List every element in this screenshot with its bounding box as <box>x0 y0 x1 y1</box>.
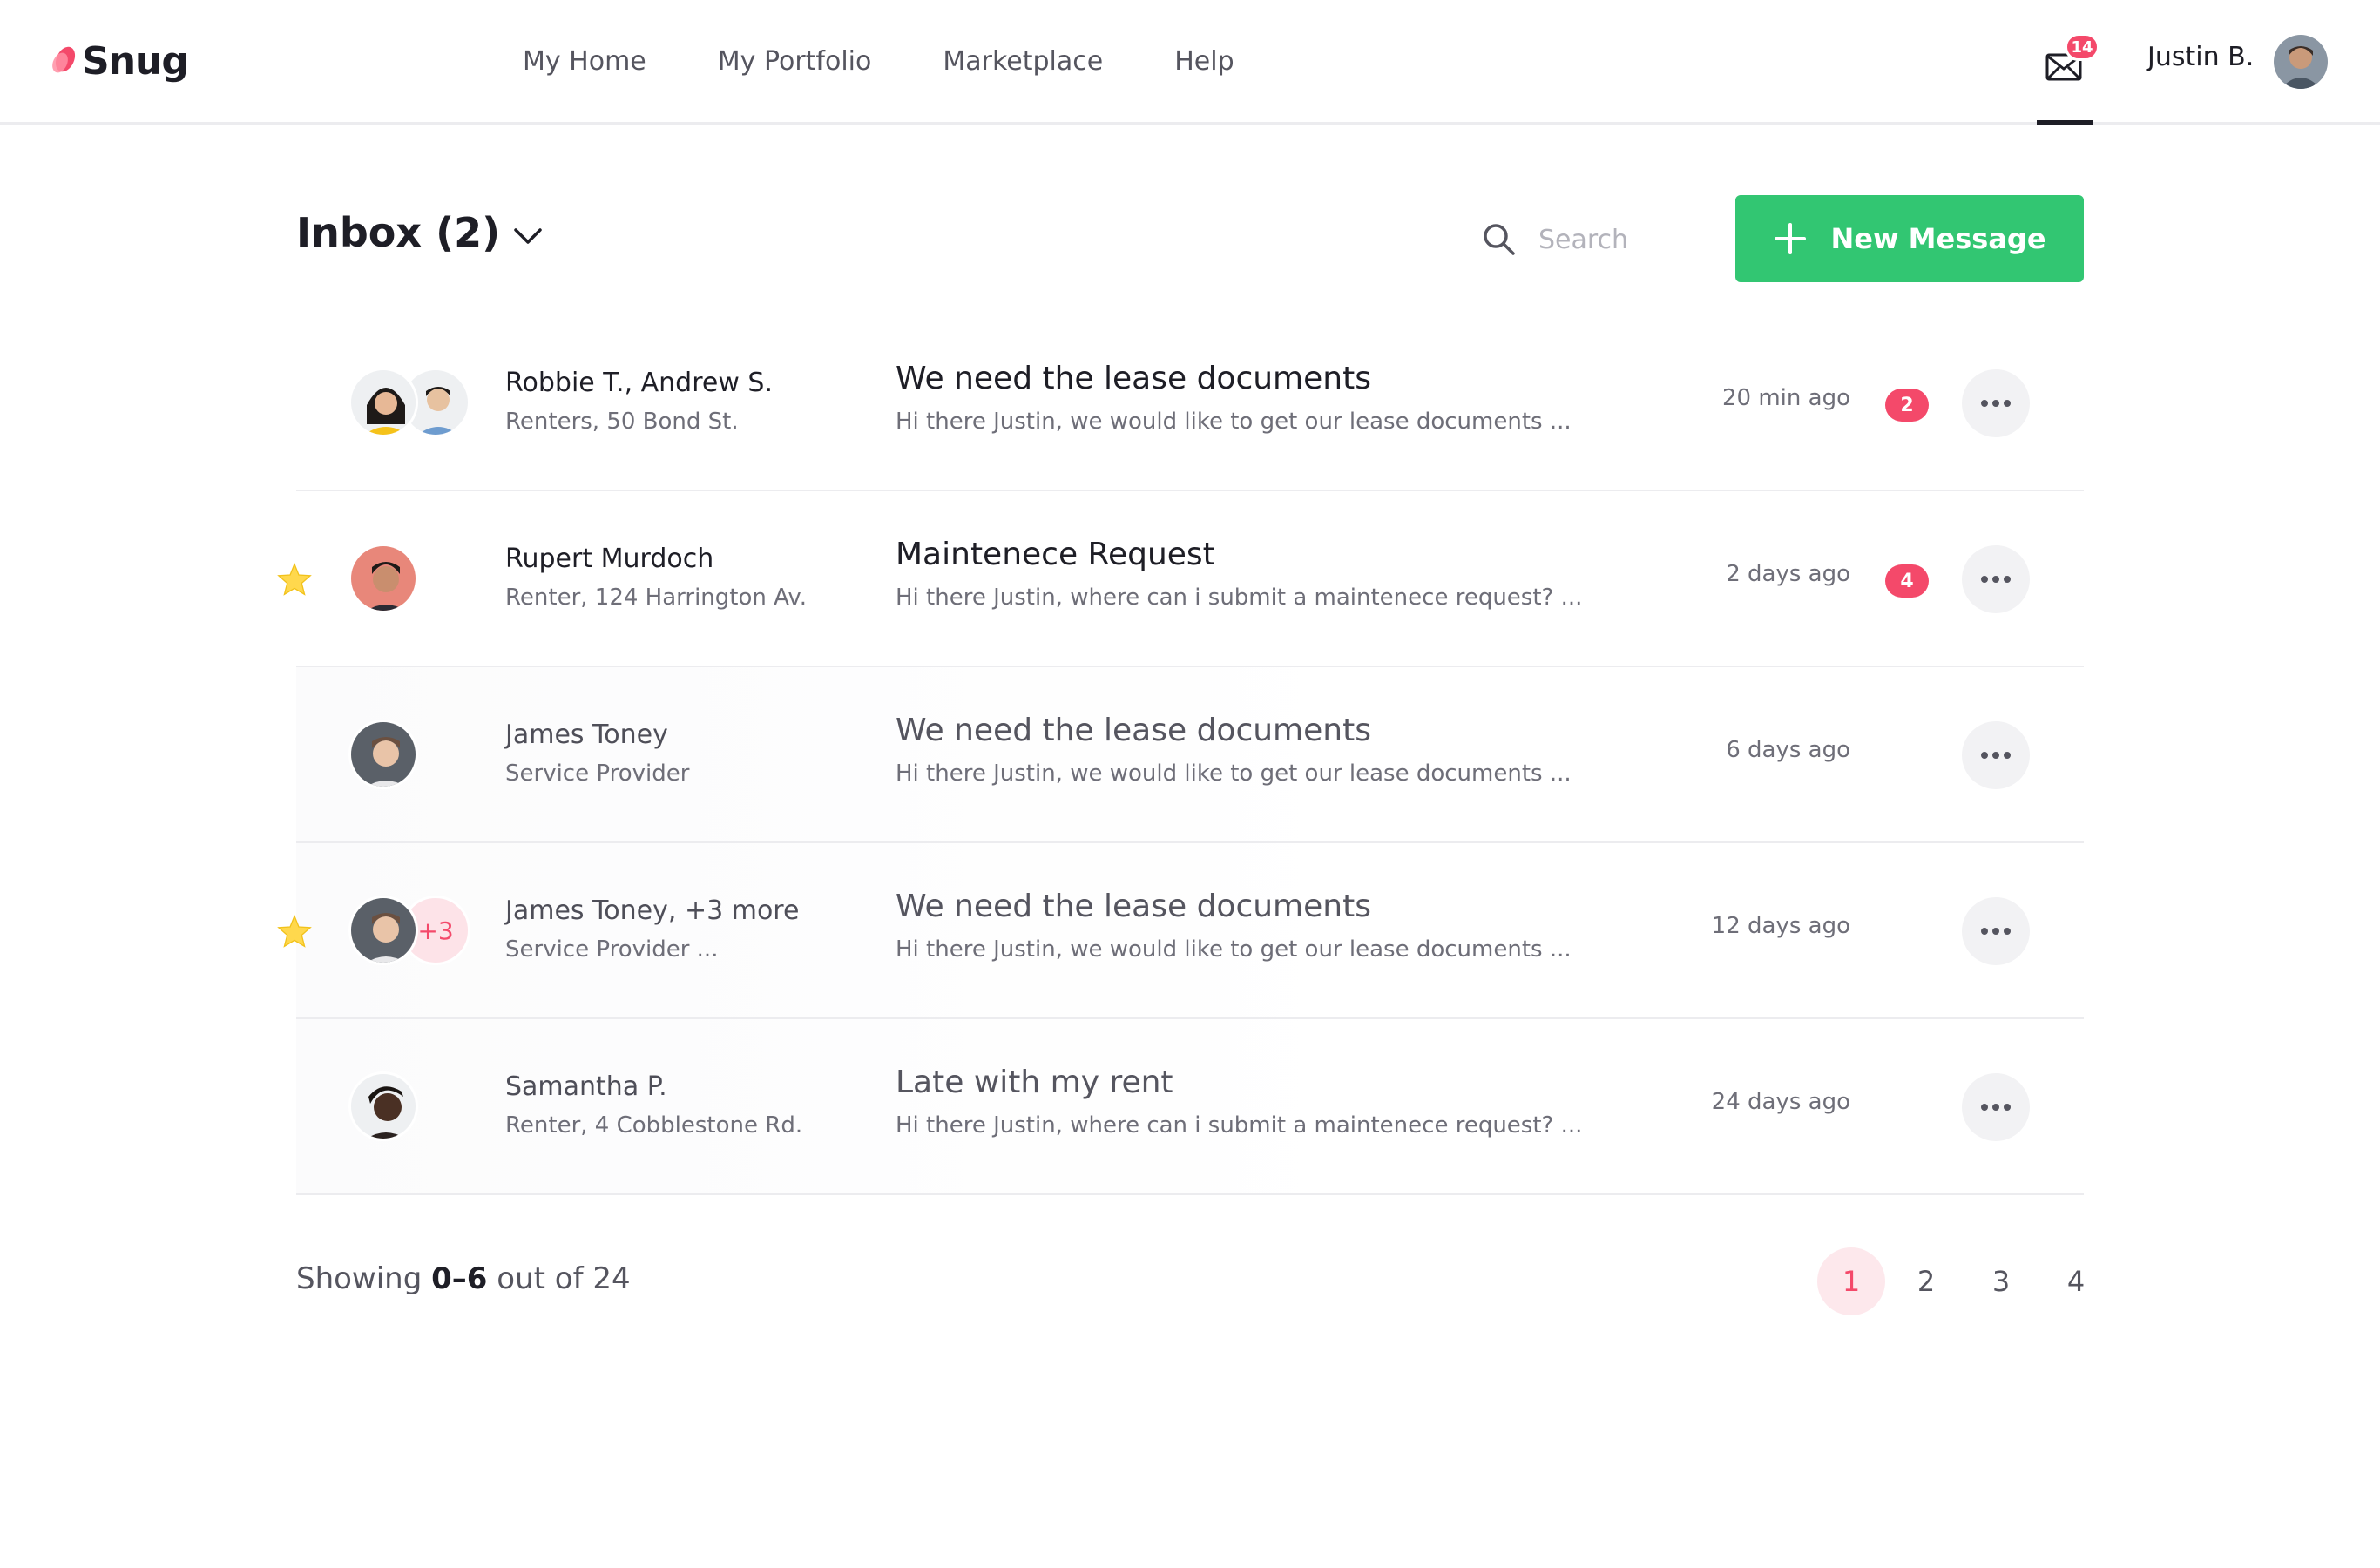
sender-subtitle: Service Provider <box>505 760 690 787</box>
timestamp: 6 days ago <box>1726 737 1850 763</box>
main-nav: My Home My Portfolio Marketplace Help <box>523 0 1306 122</box>
sender: Rupert Murdoch Renter, 124 Harrington Av… <box>505 544 871 611</box>
sender: Samantha P. Renter, 4 Cobblestone Rd. <box>505 1071 871 1139</box>
message-row[interactable]: Robbie T., Andrew S. Renters, 50 Bond St… <box>296 315 2084 491</box>
avatar <box>348 720 418 789</box>
subject-preview: Hi there Justin, where can i submit a ma… <box>896 585 1583 611</box>
search-box <box>1481 218 1707 261</box>
new-message-button[interactable]: New Message <box>1735 195 2084 282</box>
sender-subtitle: Renters, 50 Bond St. <box>505 409 739 435</box>
more-options-button[interactable] <box>1962 1073 2030 1141</box>
showing-prefix: Showing <box>296 1261 423 1296</box>
nav-my-home[interactable]: My Home <box>523 46 646 77</box>
avatar-group <box>348 368 488 437</box>
snug-logo-mark-icon <box>51 44 77 78</box>
more-options-button[interactable] <box>1962 897 2030 965</box>
search-input[interactable] <box>1537 223 1706 256</box>
showing-suffix: out of 24 <box>497 1261 631 1296</box>
subject-preview: Hi there Justin, we would like to get ou… <box>896 409 1572 435</box>
sender-name: Samantha P. <box>505 1071 667 1102</box>
sender-name: James Toney, +3 more <box>505 896 800 926</box>
chevron-down-icon <box>514 228 542 244</box>
avatar <box>348 1071 418 1141</box>
snug-logo[interactable]: Snug <box>51 33 189 89</box>
timestamp: 12 days ago <box>1711 913 1850 939</box>
messages-button[interactable]: 14 <box>2035 33 2099 94</box>
user-avatar[interactable] <box>2274 35 2328 89</box>
mail-count-badge: 14 <box>2065 33 2099 61</box>
page-2-button[interactable]: 2 <box>1892 1247 1960 1315</box>
subject-title: Maintenece Request <box>896 537 1215 572</box>
avatar <box>348 368 418 437</box>
subject-preview: Hi there Justin, we would like to get ou… <box>896 760 1572 787</box>
timestamp: 24 days ago <box>1711 1089 1850 1115</box>
message-subject: Late with my rent Hi there Justin, where… <box>896 1064 1645 1139</box>
message-subject: Maintenece Request Hi there Justin, wher… <box>896 537 1645 611</box>
user-name[interactable]: Justin B. <box>2147 42 2254 72</box>
message-row[interactable]: James Toney Service Provider We need the… <box>296 667 2084 843</box>
star-icon[interactable] <box>277 914 312 948</box>
nav-my-portfolio[interactable]: My Portfolio <box>718 46 872 77</box>
timestamp: 20 min ago <box>1722 385 1850 411</box>
ellipsis-icon <box>1981 576 2011 583</box>
more-options-button[interactable] <box>1962 721 2030 789</box>
nav-help[interactable]: Help <box>1174 46 1234 77</box>
sender: James Toney Service Provider <box>505 720 871 787</box>
sender-name: Rupert Murdoch <box>505 544 714 574</box>
ellipsis-icon <box>1981 400 2011 407</box>
page-4-button[interactable]: 4 <box>2042 1247 2110 1315</box>
inbox-dropdown-toggle[interactable] <box>510 223 545 249</box>
sender: Robbie T., Andrew S. Renters, 50 Bond St… <box>505 368 871 435</box>
pagination: 1 2 3 4 <box>1817 1247 2117 1315</box>
sender-name: James Toney <box>505 720 668 750</box>
message-list: Robbie T., Andrew S. Renters, 50 Bond St… <box>277 315 2084 1195</box>
message-row[interactable]: Samantha P. Renter, 4 Cobblestone Rd. La… <box>296 1019 2084 1195</box>
timestamp: 2 days ago <box>1726 561 1850 587</box>
avatar-group <box>348 544 488 613</box>
active-indicator <box>2037 120 2093 125</box>
message-row[interactable]: +3 James Toney, +3 more Service Provider… <box>277 843 2084 1019</box>
showing-range: 0–6 <box>431 1261 488 1296</box>
unread-badge: 4 <box>1885 564 1929 598</box>
plus-icon <box>1775 223 1807 254</box>
sender-subtitle: Renter, 124 Harrington Av. <box>505 585 808 611</box>
page-1-button[interactable]: 1 <box>1817 1247 1885 1315</box>
brand-name: Snug <box>82 38 189 84</box>
ellipsis-icon <box>1981 928 2011 935</box>
subject-preview: Hi there Justin, we would like to get ou… <box>896 936 1572 963</box>
new-message-label: New Message <box>1830 222 2046 255</box>
message-subject: We need the lease documents Hi there Jus… <box>896 889 1645 963</box>
subject-title: Late with my rent <box>896 1064 1173 1100</box>
ellipsis-icon <box>1981 1104 2011 1111</box>
avatar <box>348 544 418 613</box>
unread-badge: 2 <box>1885 389 1929 422</box>
avatar-group <box>348 1071 488 1141</box>
avatar-group: +3 <box>348 896 488 965</box>
subject-title: We need the lease documents <box>896 713 1371 748</box>
nav-marketplace[interactable]: Marketplace <box>943 46 1103 77</box>
message-subject: We need the lease documents Hi there Jus… <box>896 713 1645 787</box>
top-header: Snug My Home My Portfolio Marketplace He… <box>0 0 2380 125</box>
message-subject: We need the lease documents Hi there Jus… <box>896 361 1645 435</box>
sender: James Toney, +3 more Service Provider ..… <box>505 896 871 963</box>
subject-title: We need the lease documents <box>896 361 1371 396</box>
avatar <box>348 896 418 965</box>
avatar-group <box>348 720 488 789</box>
sender-subtitle: Renter, 4 Cobblestone Rd. <box>505 1112 803 1139</box>
star-icon[interactable] <box>277 562 312 596</box>
more-options-button[interactable] <box>1962 369 2030 437</box>
subject-title: We need the lease documents <box>896 889 1371 924</box>
more-options-button[interactable] <box>1962 545 2030 613</box>
pagination-summary: Showing 0–6 out of 24 <box>296 1261 631 1296</box>
sender-name: Robbie T., Andrew S. <box>505 368 774 398</box>
page-3-button[interactable]: 3 <box>1967 1247 2035 1315</box>
message-row[interactable]: Rupert Murdoch Renter, 124 Harrington Av… <box>277 491 2084 667</box>
subject-preview: Hi there Justin, where can i submit a ma… <box>896 1112 1583 1139</box>
ellipsis-icon <box>1981 752 2011 759</box>
inbox-title: Inbox (2) <box>296 209 501 256</box>
search-icon[interactable] <box>1481 221 1518 258</box>
sender-subtitle: Service Provider ... <box>505 936 719 963</box>
